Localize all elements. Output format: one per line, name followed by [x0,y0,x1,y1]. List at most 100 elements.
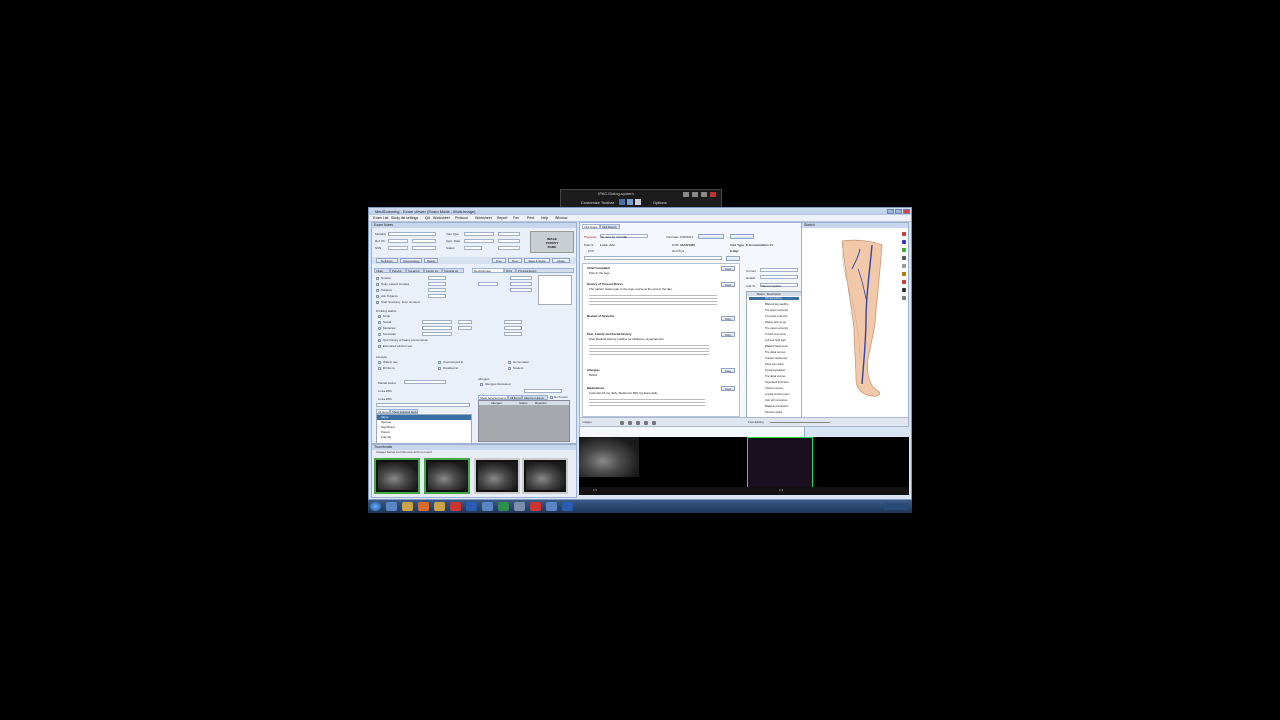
code-row[interactable]: Limited vein study [749,333,799,336]
moderate-radio[interactable] [378,327,381,330]
pen-icon[interactable] [902,256,906,260]
code-list[interactable]: Macro Description PD Symptoms Bilateral l… [746,291,802,419]
contrast-icon[interactable] [652,421,656,425]
details-select[interactable] [760,275,798,279]
code-row[interactable]: Superficial thrombus [749,381,799,384]
undo-icon[interactable] [902,296,906,300]
code-row[interactable]: Bilateral comparison [749,405,799,408]
tab-visit-notes[interactable]: Visit Notes [582,224,600,229]
smoker-checkbox[interactable] [376,277,379,280]
code-row[interactable]: Left and right legs [749,339,799,342]
close-button[interactable] [903,209,910,214]
status-field[interactable] [464,246,482,250]
list-item[interactable]: Spouse [381,420,391,424]
smoke-field-1[interactable] [428,276,446,280]
code-row[interactable]: The upper extremity [749,309,799,312]
toolbar-icon-1[interactable] [619,199,625,205]
code-row[interactable]: Plaque with no sig [749,321,799,324]
taskbar-app-icon-6[interactable] [546,502,557,511]
taskbar-app-icon-7[interactable] [562,502,573,511]
drink-field-8[interactable] [504,332,522,336]
tab-ros[interactable]: ROS [504,268,516,273]
thumbnail-2[interactable] [424,458,470,494]
drink-field-1[interactable] [422,320,452,324]
code-row[interactable]: The distal venous [749,375,799,378]
taskbar-folder-icon[interactable] [402,502,413,511]
thumbnail-3[interactable] [474,458,520,494]
copy-button[interactable]: Copy [721,386,735,391]
teetotaler-radio[interactable] [378,333,381,336]
marital-status-select[interactable] [404,380,446,384]
estimated-alcohol-radio[interactable] [378,345,381,348]
menu-worksheet[interactable]: Worksheet [433,216,450,220]
code-row[interactable]: Limited venous exam [749,393,799,396]
tobacco-checkbox[interactable] [376,289,379,292]
template-select[interactable] [584,256,722,260]
prev-button[interactable]: Prev [492,258,506,263]
patient-search-button[interactable] [698,234,724,239]
pin-icon[interactable] [683,192,689,197]
rotate-icon[interactable] [644,421,648,425]
list-item[interactable]: Parent [381,430,390,434]
current-select[interactable] [760,268,798,272]
menu-report[interactable]: Report [497,216,508,220]
drink-radio[interactable] [378,315,381,318]
tab-physical-exam[interactable]: Physical Exam [516,268,574,273]
ssn-field[interactable] [388,246,408,250]
ultrasound-frame-2[interactable] [747,437,813,489]
menu-exam-list[interactable]: Exam List [373,216,388,220]
smoke-field-2[interactable] [428,282,446,286]
code-row[interactable]: PD Symptoms [749,297,799,300]
ultrasound-frame-1[interactable] [579,437,639,477]
taskbar-app-icon-5[interactable] [530,502,541,511]
definition-button[interactable]: Definition [376,258,398,263]
code-row[interactable]: The distal venous [749,351,799,354]
ref-ph-field[interactable] [388,239,408,243]
minimize-icon[interactable] [692,192,698,197]
drink-field-3[interactable] [422,332,452,336]
code-row[interactable]: Vein with compress [749,399,799,402]
menu-print[interactable]: Print [527,216,534,220]
ssn-field-2[interactable] [412,246,436,250]
physician-select[interactable]: Dr. Doe M. Test ME [600,234,648,239]
thumbnail-1[interactable] [374,458,420,494]
color-red-icon[interactable] [902,232,906,236]
code-row[interactable]: Deep vein reflux [749,363,799,366]
tab-med-allergies[interactable]: Med/Allergies [472,268,504,273]
taskbar-app-icon-3[interactable] [498,502,509,511]
maximize-button[interactable] [895,209,902,214]
lives-with-search[interactable] [376,403,470,407]
start-button[interactable] [370,502,381,511]
code-row[interactable]: Bilateral leg swelling [749,303,799,306]
smoke-field-8[interactable] [510,288,532,292]
extra-field-3[interactable] [498,246,520,250]
zoom-icon[interactable] [620,421,624,425]
menu-window[interactable]: Window [555,216,567,220]
taskbar-pdf-icon[interactable] [450,502,461,511]
customize-toolbar-button[interactable]: Customize Toolbar [581,200,614,205]
color-green-icon[interactable] [902,248,906,252]
disabled-radio[interactable] [438,367,441,370]
tab-visit-report[interactable]: Visit Report [600,224,620,229]
close-icon[interactable] [710,192,716,197]
taskbar-media-icon[interactable] [418,502,429,511]
pan-icon[interactable] [628,421,632,425]
measure-icon[interactable] [636,421,640,425]
notes-document[interactable]: Chief Complaint Pain in the legs Copy Hi… [582,263,740,417]
pager-right[interactable]: 1/1 [779,488,783,492]
taskbar-ie-icon[interactable] [386,502,397,511]
shape-icon[interactable] [902,272,906,276]
tab-vitals[interactable]: Vitals [374,268,390,273]
text-icon[interactable] [902,288,906,292]
allergy-search[interactable] [524,389,562,393]
drink-field-5[interactable] [458,326,472,330]
visit-type-field[interactable] [464,232,494,236]
leg-illustration[interactable] [832,239,902,399]
taskbar-explorer-icon[interactable] [434,502,445,511]
ref-ph-field-2[interactable] [412,239,436,243]
frame-slider[interactable] [770,422,830,423]
copy-button[interactable]: Copy [721,266,735,271]
template-go-button[interactable] [726,256,740,261]
next-button[interactable]: Next [508,258,522,263]
code-row[interactable]: Femoral popliteal [749,369,799,372]
